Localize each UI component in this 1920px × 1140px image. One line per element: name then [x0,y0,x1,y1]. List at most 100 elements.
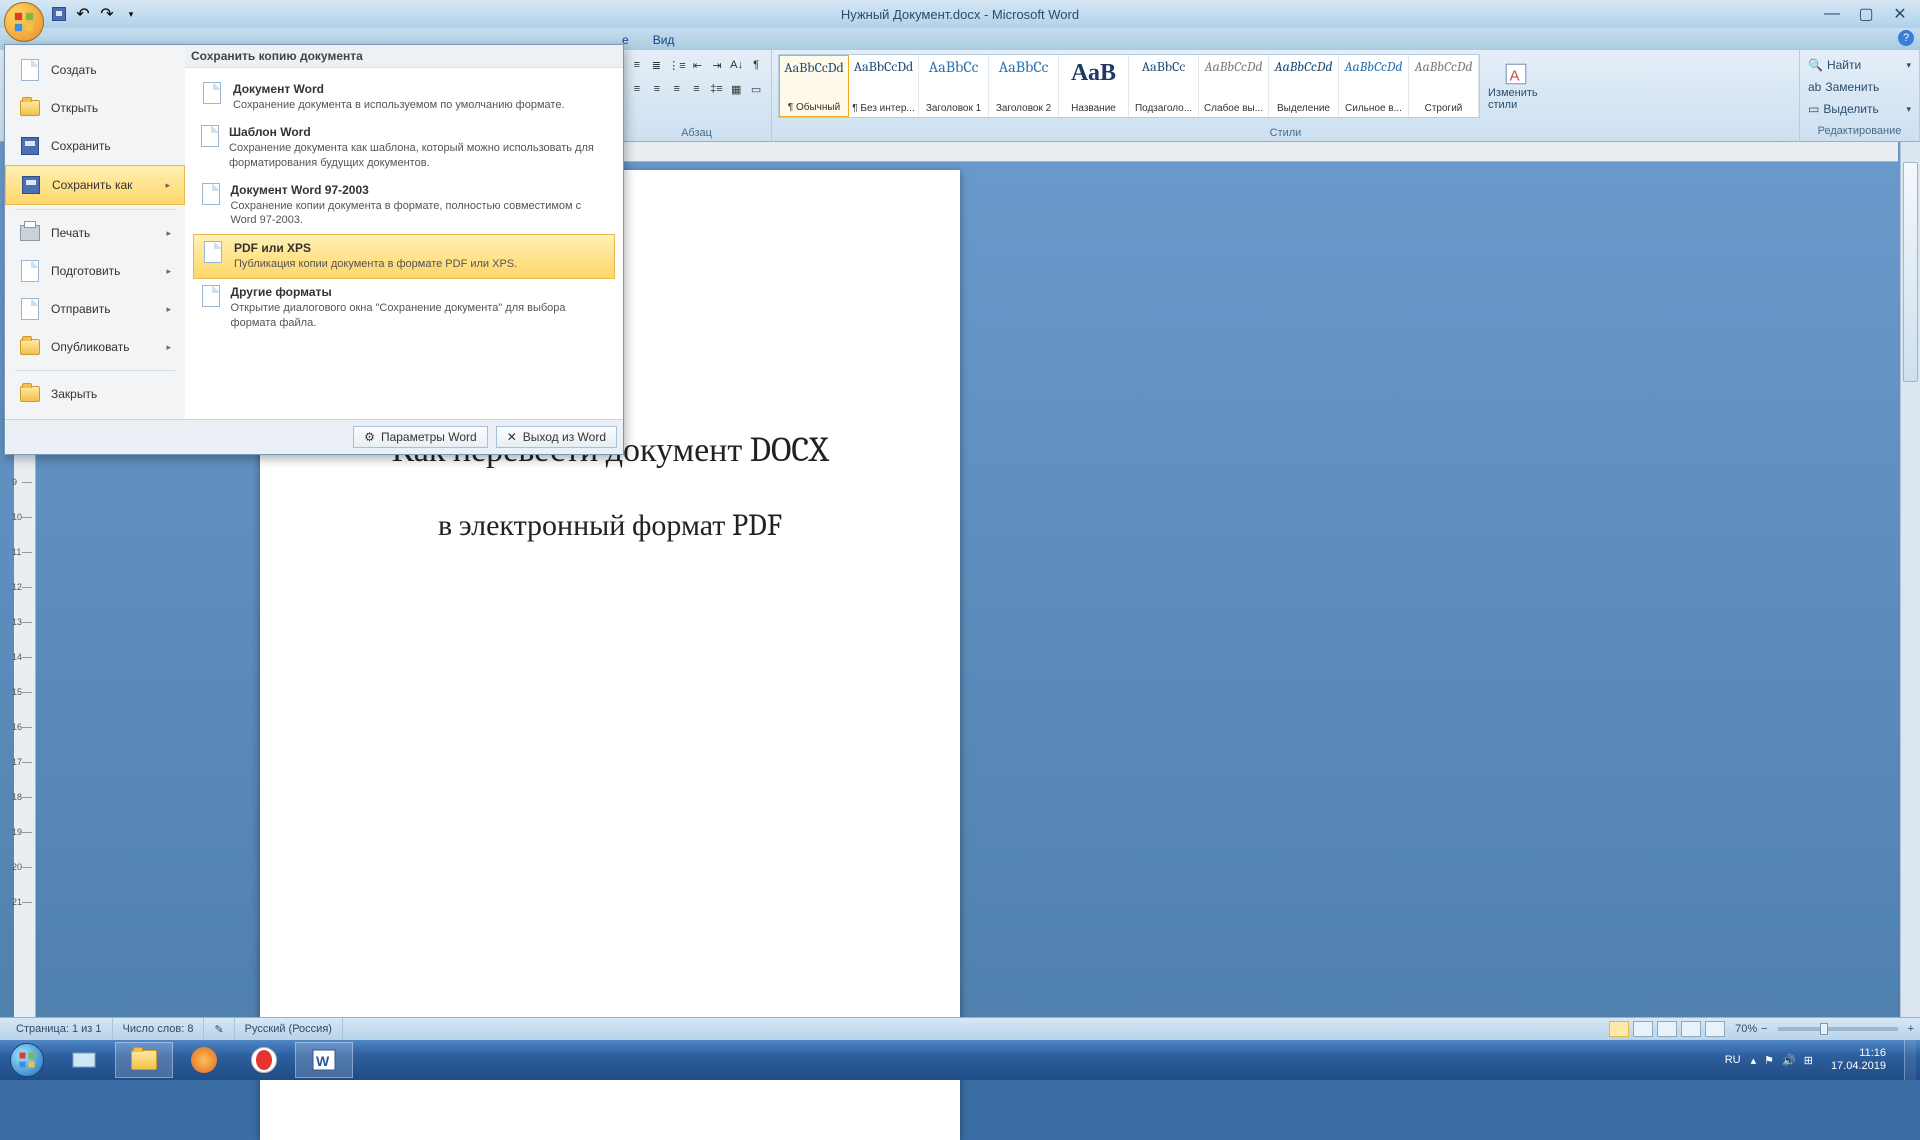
style-tile-3[interactable]: AaBbCcЗаголовок 2 [989,55,1059,117]
paragraph-label: Абзац [628,125,765,139]
qat-save[interactable] [50,5,68,23]
office-menu-открыть[interactable]: Открыть [5,89,185,127]
office-menu-закрыть[interactable]: Закрыть [5,375,185,413]
qat-redo[interactable]: ↷ [98,5,116,23]
office-menu-сохранить-как[interactable]: Сохранить как▸ [5,165,185,205]
status-page[interactable]: Страница: 1 из 1 [6,1018,113,1040]
style-tile-7[interactable]: AaBbCcDdВыделение [1269,55,1339,117]
exit-word-button[interactable]: ✕Выход из Word [496,426,617,448]
save-as-option-3[interactable]: PDF или XPSПубликация копии документа в … [193,234,615,279]
folder-icon [19,97,41,119]
doc-icon [201,285,221,307]
styles-gallery[interactable]: AaBbCcDd¶ ОбычныйAaBbCcDd¶ Без интер...A… [778,54,1480,118]
office-menu-сохранить[interactable]: Сохранить [5,127,185,165]
zoom-slider-thumb[interactable] [1820,1023,1828,1035]
line-spacing-btn[interactable]: ‡≡ [707,78,725,100]
close-button[interactable]: ✕ [1886,5,1914,23]
save-as-option-1[interactable]: Шаблон WordСохранение документа как шабл… [197,119,611,177]
help-icon[interactable]: ? [1898,30,1914,46]
qat-undo[interactable]: ↶ [74,5,92,23]
taskbar-explorer[interactable] [115,1042,173,1078]
office-menu-footer: ⚙Параметры Word ✕Выход из Word [5,419,623,454]
style-tile-4[interactable]: АаВНазвание [1059,55,1129,117]
tray-language[interactable]: RU [1725,1054,1741,1066]
view-draft[interactable] [1705,1021,1725,1037]
save-as-option-0[interactable]: Документ WordСохранение документа в испо… [197,76,611,119]
numbering-btn[interactable]: ≣ [648,54,666,76]
view-outline[interactable] [1681,1021,1701,1037]
page-icon [19,260,41,282]
zoom-level[interactable]: 70% [1735,1023,1757,1035]
scrollbar-thumb[interactable] [1903,162,1918,382]
view-fullscreen[interactable] [1633,1021,1653,1037]
office-menu-подготовить[interactable]: Подготовить▸ [5,252,185,290]
style-tile-6[interactable]: AaBbCcDdСлабое вы... [1199,55,1269,117]
status-words[interactable]: Число слов: 8 [113,1018,205,1040]
justify-btn[interactable]: ≡ [688,78,706,100]
select-button[interactable]: ▭Выделить▾ [1808,98,1911,120]
tray-network-icon[interactable]: ⊞ [1804,1054,1813,1067]
office-menu-опубликовать[interactable]: Опубликовать▸ [5,328,185,366]
style-tile-5[interactable]: AaBbCcПодзаголо... [1129,55,1199,117]
paragraph-group: ≡ ≣ ⋮≡ ⇤ ⇥ A↓ ¶ ≡ ≡ ≡ ≡ ‡≡ ▦ ▭ Абзац [622,50,772,141]
folder-icon [19,383,41,405]
status-language[interactable]: Русский (Россия) [235,1018,343,1040]
change-styles-button[interactable]: A Изменить стили [1484,54,1548,118]
align-right-btn[interactable]: ≡ [668,78,686,100]
save-as-option-2[interactable]: Документ Word 97-2003Сохранение копии до… [197,177,611,235]
shading-btn[interactable]: ▦ [727,78,745,100]
find-button[interactable]: 🔍Найти▾ [1808,54,1911,76]
align-left-btn[interactable]: ≡ [628,78,646,100]
tray-chevron-icon[interactable]: ▴ [1751,1054,1757,1067]
doc-icon [202,241,224,263]
multilevel-btn[interactable]: ⋮≡ [667,54,686,76]
office-menu-печать[interactable]: Печать▸ [5,214,185,252]
taskbar-app1[interactable] [175,1042,233,1078]
tray-flag-icon[interactable]: ⚑ [1764,1054,1774,1067]
style-tile-0[interactable]: AaBbCcDd¶ Обычный [779,55,849,117]
zoom-in[interactable]: + [1908,1023,1914,1035]
style-tile-8[interactable]: AaBbCcDdСильное в... [1339,55,1409,117]
page-icon [19,59,41,81]
style-tile-2[interactable]: AaBbCcЗаголовок 1 [919,55,989,117]
status-proofing[interactable]: ✎ [204,1018,234,1040]
zoom-slider[interactable] [1778,1027,1898,1031]
exit-icon: ✕ [507,430,517,444]
office-menu-right: Сохранить копию документа Документ WordС… [185,45,623,419]
zoom-out[interactable]: − [1761,1023,1767,1035]
show-marks-btn[interactable]: ¶ [747,54,765,76]
style-tile-1[interactable]: AaBbCcDd¶ Без интер... [849,55,919,117]
view-web[interactable] [1657,1021,1677,1037]
taskbar-word[interactable]: W [295,1042,353,1078]
tray-clock[interactable]: 11:16 17.04.2019 [1823,1047,1894,1073]
borders-btn[interactable]: ▭ [747,78,765,100]
align-center-btn[interactable]: ≡ [648,78,666,100]
vertical-scrollbar[interactable] [1900,142,1920,1040]
save-as-option-4[interactable]: Другие форматыОткрытие диалогового окна … [197,279,611,337]
minimize-button[interactable]: — [1818,5,1846,23]
office-menu-отправить[interactable]: Отправить▸ [5,290,185,328]
office-menu: СоздатьОткрытьСохранитьСохранить как▸ Печ… [4,44,624,455]
taskbar: W RU ▴ ⚑ 🔊 ⊞ 11:16 17.04.2019 [0,1040,1920,1080]
office-menu-создать[interactable]: Создать [5,51,185,89]
taskbar-desktop[interactable] [55,1042,113,1078]
show-desktop-button[interactable] [1904,1040,1916,1080]
office-button[interactable] [4,2,44,42]
replace-button[interactable]: abЗаменить [1808,76,1911,98]
tab-view[interactable]: Вид [641,30,687,50]
styles-group: AaBbCcDd¶ ОбычныйAaBbCcDd¶ Без интер...A… [772,50,1800,141]
maximize-button[interactable]: ▢ [1852,5,1880,23]
indent-dec-btn[interactable]: ⇤ [689,54,707,76]
taskbar-opera[interactable] [235,1042,293,1078]
word-options-button[interactable]: ⚙Параметры Word [353,426,488,448]
tray-volume-icon[interactable]: 🔊 [1782,1054,1796,1067]
indent-inc-btn[interactable]: ⇥ [708,54,726,76]
view-print-layout[interactable] [1609,1021,1629,1037]
start-button[interactable] [0,1040,54,1080]
style-tile-9[interactable]: AaBbCcDdСтрогий [1409,55,1479,117]
save-icon [19,135,41,157]
sort-btn[interactable]: A↓ [728,54,746,76]
qat-customize[interactable]: ▾ [122,5,140,23]
bullets-btn[interactable]: ≡ [628,54,646,76]
editing-label: Редактирование [1808,123,1911,137]
